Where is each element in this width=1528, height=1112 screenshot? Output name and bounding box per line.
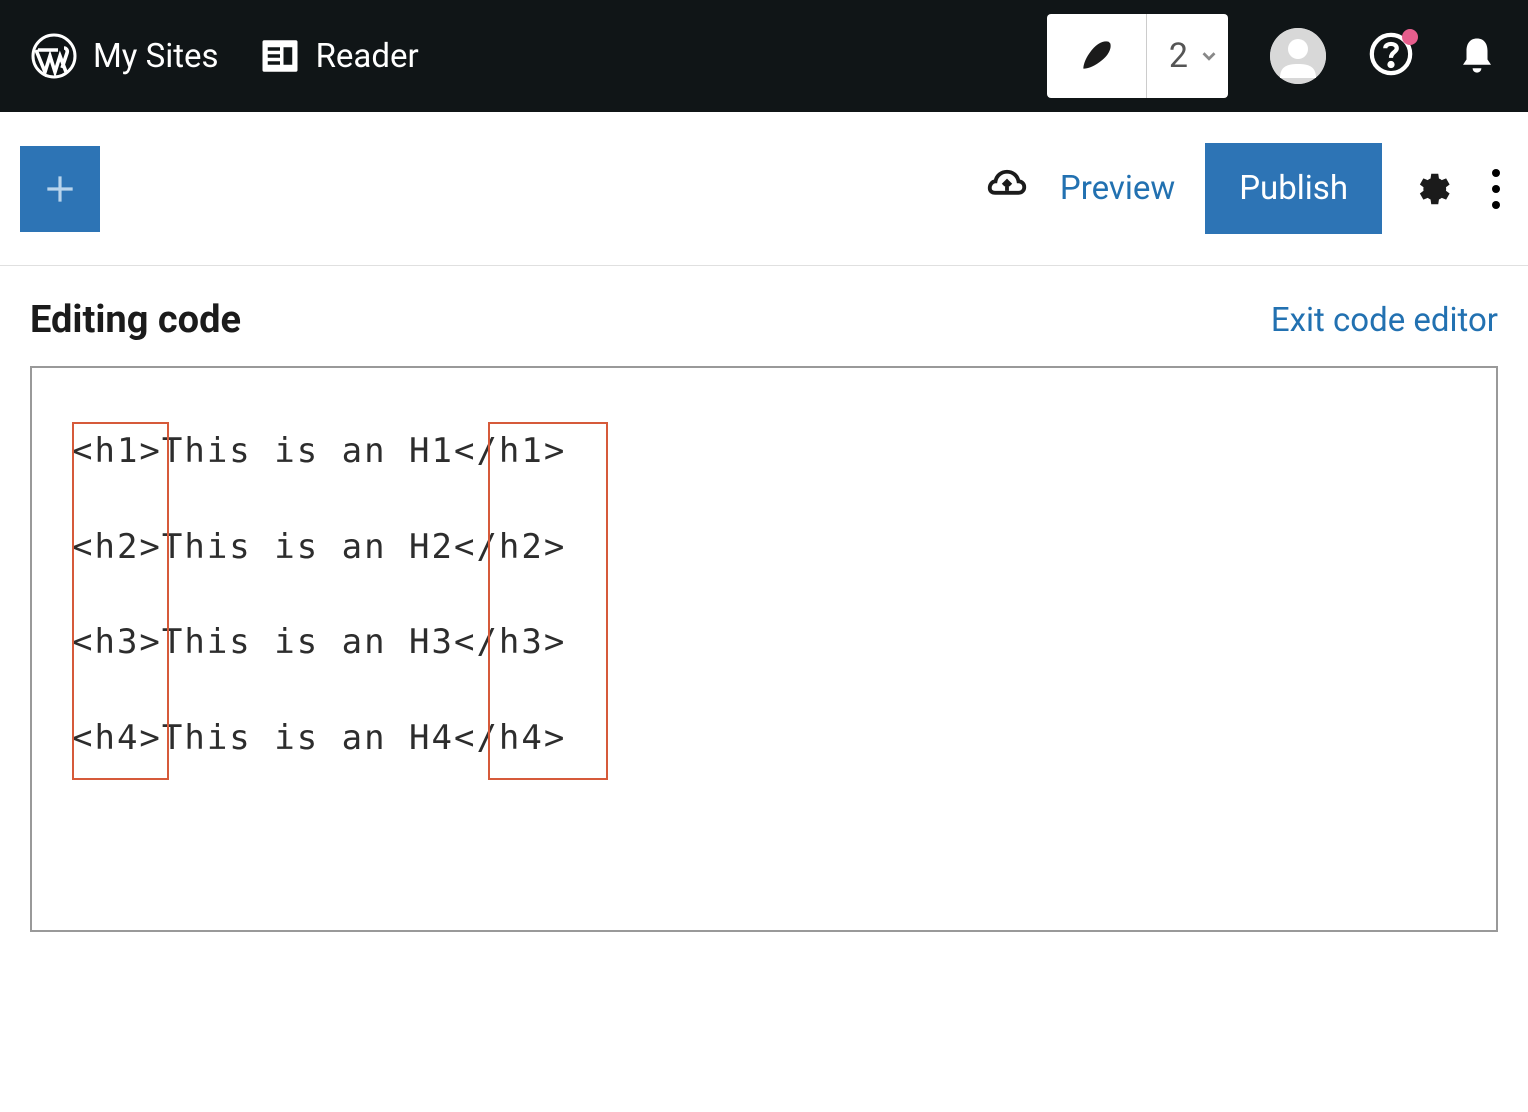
code-textarea[interactable]: <h1>This is an H1</h1> <h2>This is an H2… (30, 366, 1498, 932)
write-pen-button[interactable] (1047, 14, 1147, 98)
help-button[interactable] (1368, 31, 1414, 81)
editor-header: Preview Publish (0, 112, 1528, 266)
admin-bar: My Sites Reader 2 (0, 0, 1528, 112)
admin-bar-right: 2 (1047, 14, 1498, 98)
admin-bar-left: My Sites Reader (30, 32, 419, 80)
publish-button[interactable]: Publish (1205, 143, 1382, 234)
reader-label: Reader (316, 37, 419, 76)
more-options-button[interactable] (1484, 161, 1508, 217)
publish-label: Publish (1239, 169, 1348, 208)
help-notification-badge (1402, 29, 1418, 45)
code-line: <h2>This is an H2</h2> (72, 524, 1456, 572)
chevron-down-icon (1198, 45, 1220, 67)
reader-link[interactable]: Reader (259, 35, 419, 77)
plus-icon (41, 170, 79, 208)
pen-icon (1077, 37, 1115, 75)
write-count-value: 2 (1169, 36, 1188, 76)
avatar-icon (1270, 28, 1326, 84)
gear-icon[interactable] (1412, 168, 1454, 210)
insert-block-button[interactable] (20, 146, 100, 232)
wordpress-icon (30, 32, 78, 80)
dot-icon (1492, 169, 1500, 177)
my-sites-label: My Sites (93, 37, 219, 76)
preview-link[interactable]: Preview (1060, 169, 1175, 208)
write-widget[interactable]: 2 (1047, 14, 1228, 98)
code-line: <h1>This is an H1</h1> (72, 428, 1456, 476)
exit-code-editor-link[interactable]: Exit code editor (1271, 301, 1498, 340)
reader-icon (259, 35, 301, 77)
dot-icon (1492, 185, 1500, 193)
my-sites-link[interactable]: My Sites (30, 32, 219, 80)
editor-header-right: Preview Publish (984, 143, 1508, 234)
editing-code-label: Editing code (30, 298, 241, 342)
editor-header-left (20, 146, 100, 232)
dot-icon (1492, 201, 1500, 209)
bell-icon[interactable] (1456, 35, 1498, 77)
write-count-dropdown[interactable]: 2 (1147, 36, 1228, 76)
avatar[interactable] (1270, 28, 1326, 84)
code-editor-bar: Editing code Exit code editor (0, 266, 1528, 366)
cloud-upload-icon[interactable] (984, 166, 1030, 212)
code-line: <h4>This is an H4</h4> (72, 715, 1456, 763)
code-line: <h3>This is an H3</h3> (72, 619, 1456, 667)
